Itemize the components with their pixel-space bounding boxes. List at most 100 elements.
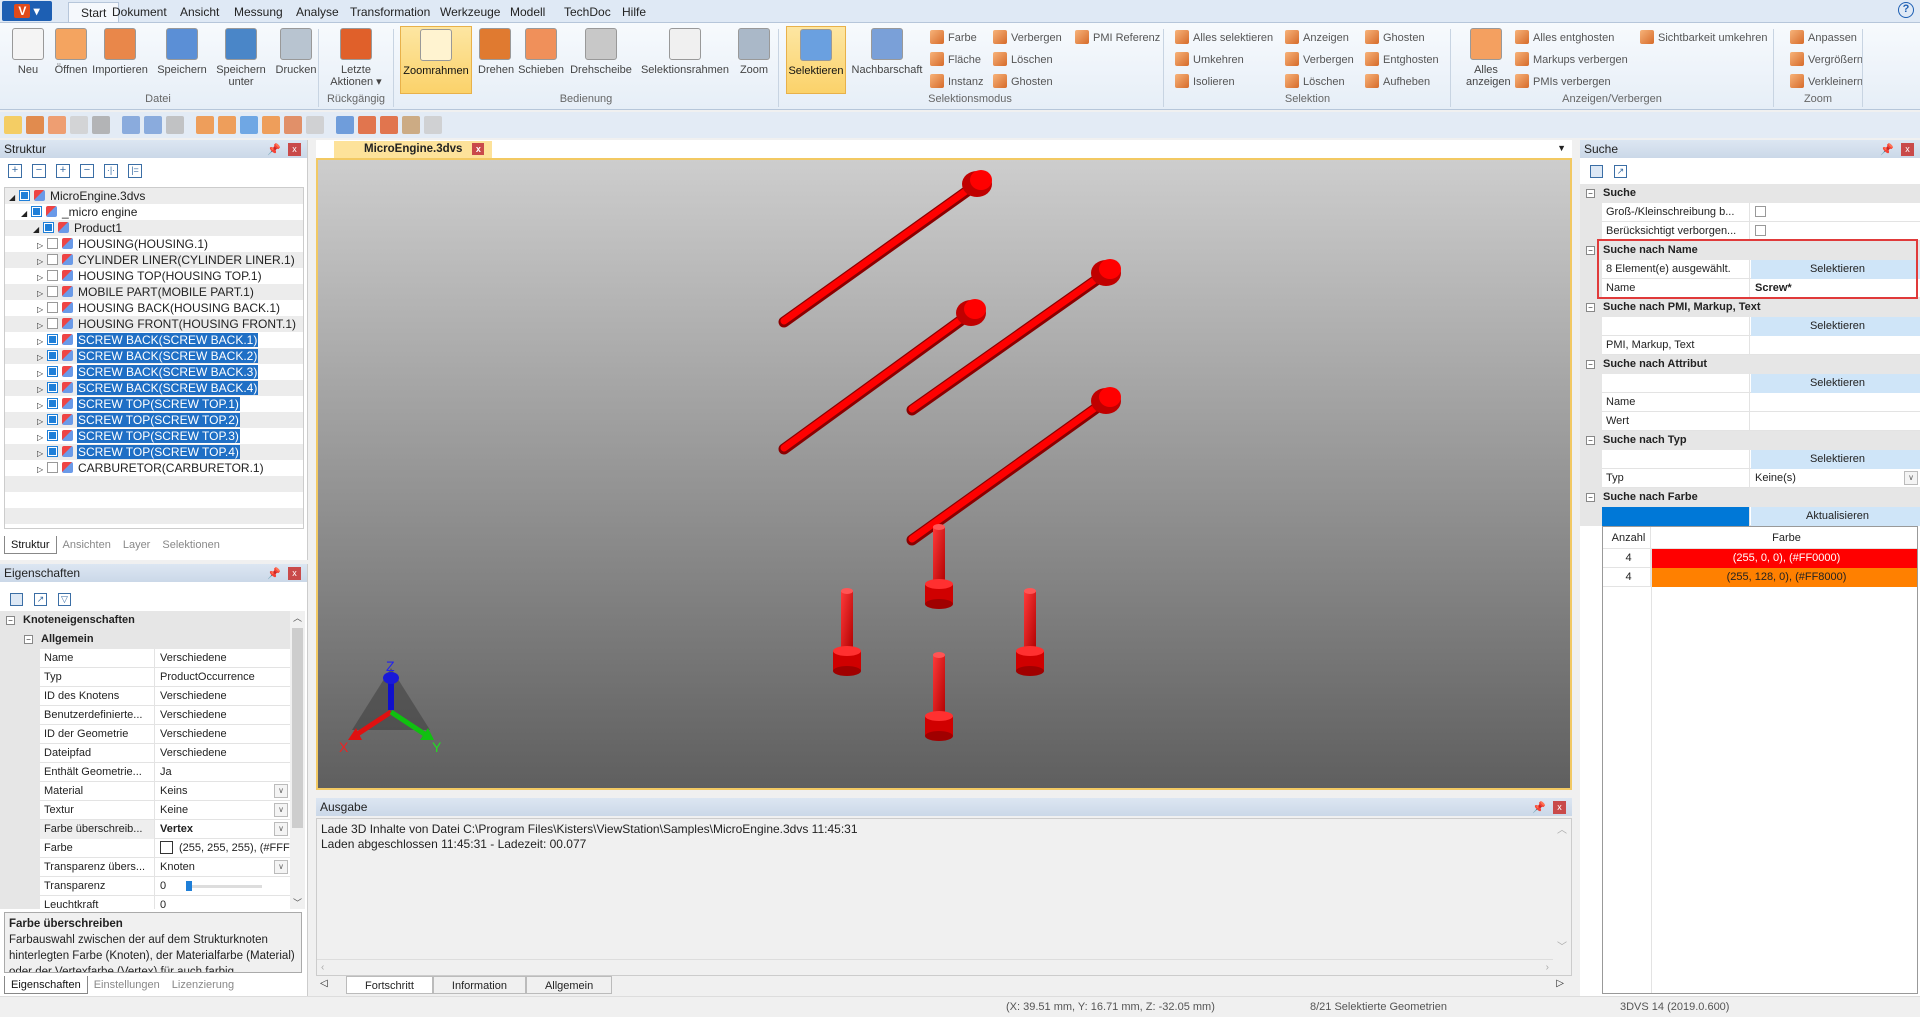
visibility-checkbox[interactable] (47, 318, 58, 329)
app-menu-button[interactable]: V ▾ (2, 1, 52, 21)
expand-icon[interactable]: + (56, 164, 70, 178)
property-value[interactable]: Keins ∨ (156, 782, 290, 801)
tree-node[interactable]: ◢ _micro engine (5, 204, 303, 220)
ribbon-tab-modell[interactable]: Modell (498, 2, 557, 22)
quick-tool-icon[interactable] (92, 116, 110, 134)
pin-icon[interactable]: 📌 (1532, 799, 1546, 817)
collapse-icon[interactable]: − (24, 635, 33, 644)
filter-icon[interactable]: ▽ (58, 593, 71, 606)
quick-tool-icon[interactable] (48, 116, 66, 134)
verkleinern-button[interactable]: Verkleinern (1790, 73, 1863, 91)
visibility-checkbox[interactable] (47, 430, 58, 441)
column-header-count[interactable]: Anzahl (1603, 527, 1651, 549)
visibility-checkbox[interactable] (47, 238, 58, 249)
tree-node[interactable]: ▷ SCREW BACK(SCREW BACK.2) (5, 348, 303, 364)
drehscheibe-button[interactable]: Drehscheibe (568, 26, 634, 94)
collapse-icon[interactable]: − (1586, 303, 1595, 312)
tabs-scroll-right-icon[interactable]: ▷ (1556, 978, 1564, 989)
screw-top-part[interactable] (1016, 588, 1044, 676)
quick-tool-icon[interactable] (70, 116, 88, 134)
group-search-by-pmi[interactable]: − Suche nach PMI, Markup, Text (1580, 298, 1920, 317)
quick-tool-icon[interactable] (122, 116, 140, 134)
tab-struktur[interactable]: Struktur (4, 536, 57, 554)
pin-icon[interactable]: 📌 (267, 141, 281, 159)
visibility-checkbox[interactable] (47, 286, 58, 297)
schieben-button[interactable]: Schieben (518, 26, 564, 94)
close-icon[interactable]: x (1901, 143, 1914, 156)
quick-tool-icon[interactable] (144, 116, 162, 134)
visibility-checkbox[interactable] (31, 206, 42, 217)
verbergen-button[interactable]: Verbergen (1285, 51, 1354, 69)
property-row[interactable]: Benutzerdefinierte... Verschiedene (40, 706, 290, 725)
close-icon[interactable]: x (1553, 801, 1566, 814)
tab-lizenzierung[interactable]: Lizenzierung (166, 976, 240, 994)
zoom-button[interactable]: Zoom (734, 26, 774, 94)
collapse-icon[interactable]: − (1586, 436, 1595, 445)
pmi-search-input[interactable] (1751, 336, 1920, 355)
visibility-checkbox[interactable] (47, 350, 58, 361)
property-value[interactable]: Keine ∨ (156, 801, 290, 820)
tree-node[interactable]: ▷ SCREW TOP(SCREW TOP.2) (5, 412, 303, 428)
ribbon-tab-dokument[interactable]: Dokument (100, 2, 179, 22)
quick-tool-icon[interactable] (166, 116, 184, 134)
isolieren-button[interactable]: Isolieren (1175, 73, 1235, 91)
visibility-checkbox[interactable] (47, 462, 58, 473)
3d-scene[interactable]: Z X Y (318, 160, 1570, 788)
property-row[interactable]: Transparenz 0 (40, 877, 290, 896)
expand-triangle-icon[interactable]: ▷ (37, 462, 47, 478)
quick-tool-icon[interactable] (240, 116, 258, 134)
selektionsrahmen-button[interactable]: Selektionsrahmen (640, 26, 730, 94)
selected-color-swatch[interactable] (1602, 507, 1750, 526)
group-suche[interactable]: − Suche (1580, 184, 1920, 203)
slider-thumb[interactable] (186, 881, 192, 891)
tree-node[interactable]: ▷ HOUSING FRONT(HOUSING FRONT.1) (5, 316, 303, 332)
collapse-icon[interactable]: − (1586, 246, 1595, 255)
quick-tool-icon[interactable] (284, 116, 302, 134)
color-swatch[interactable] (160, 841, 173, 854)
quick-tool-icon[interactable] (26, 116, 44, 134)
quick-tool-icon[interactable] (218, 116, 236, 134)
collapse-icon[interactable]: − (1586, 189, 1595, 198)
nachbarschaft-button[interactable]: Nachbarschaft (850, 26, 924, 94)
tab-eigenschaften[interactable]: Eigenschaften (4, 976, 88, 994)
tabs-scroll-left-icon[interactable]: ◁ (320, 978, 328, 989)
group-header[interactable]: − Knoteneigenschaften (0, 611, 290, 630)
screw-top-part[interactable] (925, 524, 953, 609)
ribbon-tab-transformation[interactable]: Transformation (338, 2, 442, 22)
ghosten-button[interactable]: Ghosten (993, 73, 1053, 91)
ribbon-tab-hilfe[interactable]: Hilfe (610, 2, 658, 22)
umkehren-button[interactable]: Umkehren (1175, 51, 1244, 69)
alles-anzeigen-button[interactable]: Alles anzeigen (1466, 26, 1511, 94)
screw-top-part[interactable] (925, 652, 953, 741)
visibility-checkbox[interactable] (47, 302, 58, 313)
speichern-unter-button[interactable]: Speichern unter (212, 26, 270, 94)
alles-selektieren-button[interactable]: Alles selektieren (1175, 29, 1273, 47)
include-hidden-checkbox[interactable] (1755, 225, 1766, 236)
neu-button[interactable]: Neu (8, 26, 48, 94)
pmis-verbergen-button[interactable]: PMIs verbergen (1515, 73, 1611, 91)
collapse-icon[interactable]: − (6, 616, 15, 625)
visibility-checkbox[interactable] (43, 222, 54, 233)
split-icon[interactable]: ·|· (104, 164, 118, 178)
visibility-checkbox[interactable] (47, 446, 58, 457)
subgroup-header[interactable]: − Allgemein (0, 630, 290, 649)
tree-node[interactable]: ▷ MOBILE PART(MOBILE PART.1) (5, 284, 303, 300)
document-tab[interactable]: MicroEngine.3dvs x (334, 141, 493, 158)
tree-node[interactable]: ▷ SCREW TOP(SCREW TOP.1) (5, 396, 303, 412)
tab-fortschritt[interactable]: Fortschritt (346, 976, 433, 994)
tab-allgemein[interactable]: Allgemein (525, 976, 613, 994)
tree-node[interactable]: ▷ HOUSING TOP(HOUSING TOP.1) (5, 268, 303, 284)
tab-einstellungen[interactable]: Einstellungen (88, 976, 166, 994)
help-icon[interactable]: ? (1898, 2, 1914, 18)
letzte-aktionen-button[interactable]: Letzte Aktionen ▾ (330, 26, 382, 94)
visibility-checkbox[interactable] (47, 366, 58, 377)
speichern-button[interactable]: Speichern (156, 26, 208, 94)
alles-entghosten-button[interactable]: Alles entghosten (1515, 29, 1614, 47)
vergrößern-button[interactable]: Vergrößern (1790, 51, 1863, 69)
visibility-checkbox[interactable] (47, 334, 58, 345)
type-select[interactable]: Keine(s) ∨ (1751, 469, 1920, 488)
quick-tool-icon[interactable] (4, 116, 22, 134)
chevron-down-icon[interactable]: ∨ (1904, 471, 1918, 485)
group-search-by-color[interactable]: − Suche nach Farbe (1580, 488, 1920, 507)
screw-back-part[interactable] (778, 170, 992, 328)
